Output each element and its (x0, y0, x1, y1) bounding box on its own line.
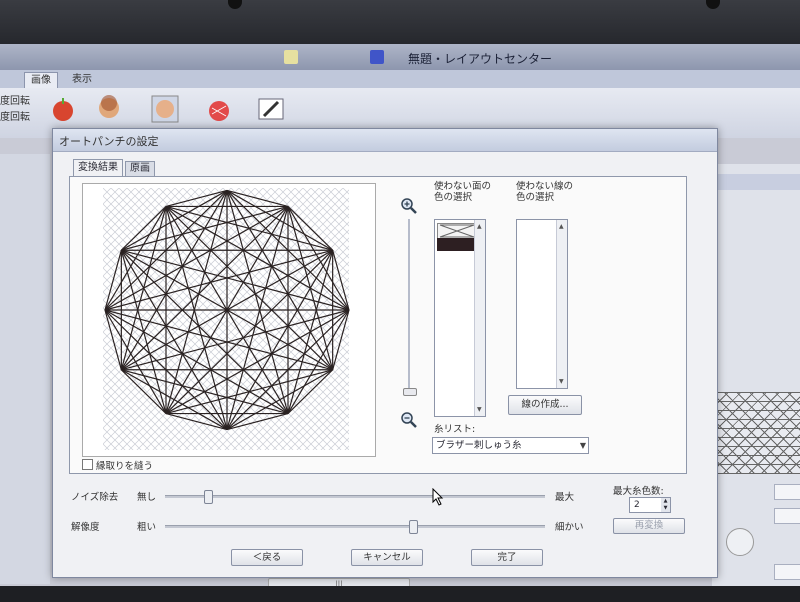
right-panel (712, 164, 800, 592)
transparent-swatch[interactable] (437, 223, 477, 239)
monitor-bezel-top (0, 0, 800, 48)
max-colors-value: 2 (634, 500, 640, 510)
zoom-in-icon[interactable] (400, 197, 418, 215)
app-icon (370, 50, 384, 64)
spinner-up-icon[interactable]: ▲ (661, 498, 670, 505)
ribbon-tab-image[interactable]: 画像 (24, 72, 58, 88)
polygon-line-preview (103, 188, 350, 450)
tab-original[interactable]: 原画 (125, 161, 155, 176)
cancel-button[interactable]: キャンセル (351, 549, 423, 566)
list-scrollbar[interactable]: ▲ ▼ (474, 220, 485, 416)
grid-preview (716, 392, 800, 474)
zoom-slider-thumb[interactable] (403, 387, 417, 396)
noise-min-label: 無し (137, 492, 157, 503)
bezel-dot (228, 0, 242, 9)
dialog-title-bar: オートパンチの設定 (53, 129, 717, 152)
right-panel-dial[interactable] (726, 528, 754, 556)
noise-slider-track[interactable] (165, 495, 545, 498)
unused-face-color-label: 使わない面の 色の選択 (434, 181, 492, 203)
rotate-label[interactable]: 度回転 (0, 92, 30, 107)
mouse-cursor-icon (432, 487, 444, 509)
border-stitch-label[interactable]: 縁取りを縫う (96, 458, 153, 472)
app-icon (284, 50, 298, 64)
thread-list-label: 糸リスト: (434, 424, 476, 435)
unused-line-color-label: 使わない線の 色の選択 (516, 181, 574, 203)
max-colors-spinner[interactable]: 2 ▲ ▼ (629, 497, 671, 513)
reconvert-button[interactable]: 再変換 (613, 518, 685, 534)
unused-line-color-list[interactable]: ▲ ▼ (516, 219, 568, 389)
strawberry-icon[interactable] (204, 94, 234, 124)
rotate-label[interactable]: 度回転 (0, 108, 30, 123)
right-panel-field[interactable] (774, 508, 800, 524)
thread-list-value: ブラザー刺しゅう糸 (436, 440, 522, 451)
right-panel-field[interactable] (774, 484, 800, 500)
ribbon-tab-bar: 画像 表示 (0, 70, 800, 89)
resolution-slider-track[interactable] (165, 525, 545, 528)
child-photo-icon[interactable] (94, 94, 124, 124)
app-title: 無題・レイアウトセンター (408, 52, 553, 66)
monitor-bezel-bottom (0, 586, 800, 602)
chevron-down-icon[interactable]: ▼ (580, 438, 586, 453)
left-panel (0, 154, 50, 584)
resolution-slider-thumb[interactable] (409, 520, 418, 534)
apple-icon[interactable] (48, 94, 78, 124)
list-scrollbar[interactable]: ▲ ▼ (556, 220, 567, 388)
max-colors-label: 最大糸色数: (613, 486, 664, 497)
girl-photo-icon[interactable] (150, 94, 180, 124)
resolution-max-label: 細かい (555, 522, 584, 533)
spinner-down-icon[interactable]: ▼ (661, 505, 670, 512)
zoom-out-icon[interactable] (400, 411, 418, 429)
bezel-dot (706, 0, 720, 9)
pen-edit-icon[interactable] (256, 94, 286, 124)
noise-slider-thumb[interactable] (203, 490, 213, 504)
right-panel-field[interactable] (774, 564, 800, 580)
conversion-preview (82, 183, 376, 457)
dialog-title: オートパンチの設定 (59, 135, 159, 148)
noise-max-label: 最大 (555, 492, 575, 503)
noise-label: ノイズ除去 (71, 492, 119, 503)
make-line-button[interactable]: 線の作成... (508, 395, 582, 415)
border-stitch-checkbox[interactable] (82, 459, 93, 470)
unused-face-color-list[interactable]: ▲ ▼ (434, 219, 486, 417)
auto-punch-dialog: オートパンチの設定 変換結果 原画 使わない面の 色の選択 ▲ ▼ 使わない線の… (52, 128, 718, 578)
finish-button[interactable]: 完了 (471, 549, 543, 566)
thread-list-select[interactable]: ブラザー刺しゅう糸 ▼ (432, 437, 589, 454)
ribbon-tab-view[interactable]: 表示 (66, 72, 98, 87)
resolution-min-label: 粗い (137, 522, 157, 533)
tab-conversion-result[interactable]: 変換結果 (73, 159, 123, 176)
back-button[interactable]: ＜戻る (231, 549, 303, 566)
color-swatch-dark[interactable] (437, 238, 475, 251)
zoom-slider-track[interactable] (408, 219, 410, 395)
right-panel-header (712, 174, 800, 190)
tab-panel: 使わない面の 色の選択 ▲ ▼ 使わない線の 色の選択 ▲ ▼ 線の作成... … (69, 176, 687, 474)
resolution-label: 解像度 (71, 522, 100, 533)
app-title-bar: 無題・レイアウトセンター (0, 44, 800, 70)
